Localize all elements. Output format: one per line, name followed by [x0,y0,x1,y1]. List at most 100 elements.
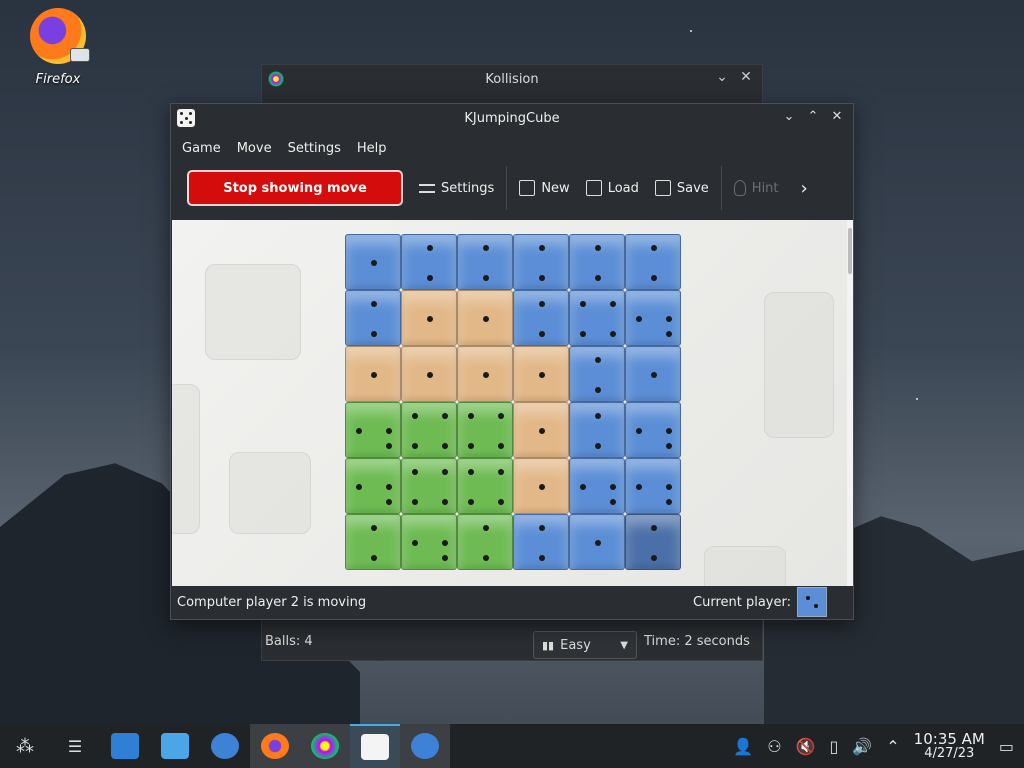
cube-cell[interactable] [401,458,457,514]
cube-pip [483,555,489,561]
minimize-icon[interactable]: ⌄ [779,109,799,124]
kjumpingcube-window[interactable]: KJumpingCube ⌄ ⌃ ✕ Game Move Settings He… [170,103,854,620]
menu-settings[interactable]: Settings [280,141,349,156]
menu-game[interactable]: Game [174,141,229,156]
desktop-icon-label: Firefox [35,72,81,87]
kjumpingcube-titlebar[interactable]: KJumpingCube ⌄ ⌃ ✕ [171,104,853,132]
cube-cell[interactable] [401,290,457,346]
cube-pip [539,555,545,561]
cube-cell[interactable] [569,458,625,514]
cube-pip [427,245,433,251]
maximize-icon[interactable]: ⌃ [803,109,823,124]
cube-cell[interactable] [345,234,401,290]
stop-showing-move-button[interactable]: Stop showing move [187,170,403,206]
cube-cell[interactable] [457,290,513,346]
cube-cell[interactable] [345,514,401,570]
taskbar-settings[interactable]: ☰ [50,724,100,768]
cube-cell[interactable] [513,402,569,458]
menu-help[interactable]: Help [349,141,395,156]
kollision-icon [311,733,339,759]
game-board-area[interactable] [172,220,853,586]
chevron-up-icon[interactable]: ⌃ [886,737,899,756]
taskbar-system-settings[interactable] [200,724,250,768]
cube-pip [386,428,392,434]
taskbar-files[interactable] [150,724,200,768]
cube-cell[interactable] [625,234,681,290]
cube-pip [651,525,657,531]
taskbar-kjumpingcube[interactable] [350,724,400,768]
volume-icon[interactable]: 🔊 [852,737,872,756]
cube-cell[interactable] [513,346,569,402]
cube-cell[interactable] [513,290,569,346]
cube-cell[interactable] [569,402,625,458]
taskbar-firefox[interactable] [250,724,300,768]
cube-cell[interactable] [569,514,625,570]
save-button[interactable]: Save [647,170,717,206]
show-desktop-icon[interactable]: ▭ [999,737,1014,756]
cube-cell[interactable] [457,346,513,402]
cube-cell[interactable] [569,346,625,402]
cube-pip [371,555,377,561]
new-document-icon [519,180,536,196]
cube-pip [580,484,586,490]
user-icon[interactable]: 👤 [733,737,753,756]
close-icon[interactable]: ✕ [827,109,847,124]
cube-cell[interactable] [625,458,681,514]
vertical-scrollbar[interactable] [847,220,853,586]
cube-pip [610,484,616,490]
taskbar-discover[interactable] [100,724,150,768]
hint-button[interactable]: Hint [726,170,787,206]
new-button[interactable]: New [511,170,577,206]
minimize-icon[interactable]: ⌄ [712,69,732,85]
toolbar-overflow-chevron-icon[interactable]: › [801,178,808,199]
cube-cell[interactable] [625,346,681,402]
save-label: Save [676,180,709,196]
cube-cell[interactable] [401,402,457,458]
load-button[interactable]: Load [578,170,647,206]
audio-muted-icon[interactable]: 🔇 [796,737,816,756]
kollision-statusbar: Balls: 4 Time: 2 seconds [262,622,762,660]
user-switch-icon[interactable]: ⚇ [767,737,781,756]
cube-grid[interactable] [345,234,681,570]
desktop-icon-firefox[interactable]: Firefox [22,8,94,87]
cube-cell[interactable] [625,402,681,458]
clock[interactable]: 10:35 AM 4/27/23 [914,732,985,761]
cube-cell[interactable] [457,402,513,458]
cube-cell[interactable] [345,402,401,458]
difficulty-select[interactable]: ▮▮ Easy ▼ [533,631,637,659]
settings-button[interactable]: Settings [411,170,502,206]
cube-pip [356,428,362,434]
cube-cell[interactable] [401,234,457,290]
cube-pip [468,499,474,505]
cube-pip [412,499,418,505]
taskbar-system-settings-2[interactable] [400,724,450,768]
cube-cell[interactable] [513,458,569,514]
app-launcher[interactable]: ⁂ [0,724,50,768]
cube-cell[interactable] [625,290,681,346]
cube-cell[interactable] [569,234,625,290]
usb-device-icon[interactable]: ▯ [830,737,839,756]
cube-pip [412,443,418,449]
cube-cell[interactable] [569,290,625,346]
taskbar-kollision[interactable] [300,724,350,768]
close-icon[interactable]: ✕ [736,69,756,85]
cube-cell[interactable] [345,458,401,514]
kollision-titlebar[interactable]: Kollision ⌄ ✕ [262,65,762,93]
cube-cell[interactable] [457,514,513,570]
cube-pip [666,499,672,505]
cube-pip [539,525,545,531]
cube-cell[interactable] [401,346,457,402]
menu-move[interactable]: Move [229,141,280,156]
cube-cell[interactable] [513,234,569,290]
cube-cell[interactable] [625,514,681,570]
lightbulb-icon [733,180,746,196]
cube-cell[interactable] [345,290,401,346]
cube-cell[interactable] [457,234,513,290]
taskbar: ⁂ ☰ 👤 ⚇ 🔇 ▯ 🔊 ⌃ 10:35 AM 4/27/23 ▭ [0,724,1024,768]
cube-cell[interactable] [513,514,569,570]
cube-cell[interactable] [457,458,513,514]
cube-pip [386,499,392,505]
cube-cell[interactable] [401,514,457,570]
cube-cell[interactable] [345,346,401,402]
cube-pip [651,555,657,561]
